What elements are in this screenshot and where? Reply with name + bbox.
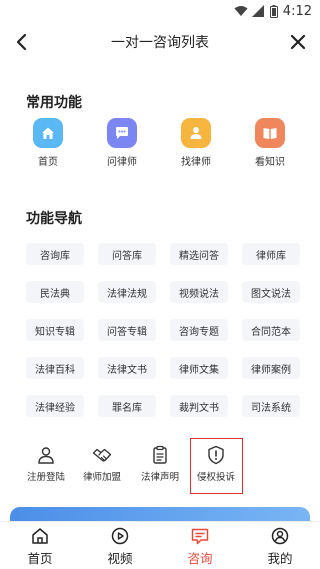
function-nav-title: 功能导航 xyxy=(26,211,82,227)
page-title: 一对一咨询列表 xyxy=(111,35,209,51)
tab-mine[interactable]: 我的 xyxy=(250,526,310,567)
common-item-knowledge[interactable]: 看知识 xyxy=(238,118,302,168)
common-item-label: 找律师 xyxy=(181,157,211,168)
nav-item[interactable]: 视频说法 xyxy=(170,281,228,303)
tab-label: 咨询 xyxy=(187,551,213,566)
tab-label: 视频 xyxy=(107,551,133,566)
home-icon xyxy=(33,118,63,148)
common-functions-title: 常用功能 xyxy=(26,95,82,111)
title-bar: 一对一咨询列表 xyxy=(0,24,320,60)
tab-video[interactable]: 视频 xyxy=(90,526,150,567)
nav-item[interactable]: 司法系统 xyxy=(242,395,300,417)
register-login-link[interactable]: 注册登陆 xyxy=(16,445,76,483)
common-item-find-lawyer[interactable]: 找律师 xyxy=(164,118,228,168)
common-item-label: 问律师 xyxy=(107,157,137,168)
nav-item[interactable]: 律师文集 xyxy=(170,357,228,379)
common-item-label: 首页 xyxy=(38,157,58,168)
nav-item[interactable]: 咨询库 xyxy=(26,243,84,265)
home-outline-icon xyxy=(32,528,48,544)
tab-label: 我的 xyxy=(267,551,293,566)
status-bar: 4:12 xyxy=(0,0,320,24)
nav-item[interactable]: 精选问答 xyxy=(170,243,228,265)
chat-icon xyxy=(107,118,137,148)
status-time: 4:12 xyxy=(282,4,312,19)
video-icon xyxy=(111,527,129,545)
user-icon xyxy=(38,447,54,464)
legal-statement-link[interactable]: 法律声明 xyxy=(130,445,190,483)
consult-icon xyxy=(191,528,209,545)
nav-item[interactable]: 合同范本 xyxy=(242,319,300,341)
nav-item[interactable]: 罪名库 xyxy=(98,395,156,417)
clipboard-icon xyxy=(153,445,167,464)
lawyer-icon xyxy=(181,118,211,148)
lawyer-join-link[interactable]: 律师加盟 xyxy=(72,445,132,483)
nav-item[interactable]: 法律百科 xyxy=(26,357,84,379)
bottom-link-label: 法律声明 xyxy=(140,472,179,483)
bottom-link-label: 注册登陆 xyxy=(26,472,65,483)
nav-item[interactable]: 法律法规 xyxy=(98,281,156,303)
battery-icon xyxy=(270,5,278,18)
nav-item[interactable]: 问答专辑 xyxy=(98,319,156,341)
bottom-links: 注册登陆 律师加盟 法律声明 侵权投诉 xyxy=(0,445,320,493)
nav-item[interactable]: 法律经验 xyxy=(26,395,84,417)
book-icon xyxy=(255,118,285,148)
common-item-ask-lawyer[interactable]: 问律师 xyxy=(90,118,154,168)
tab-home[interactable]: 首页 xyxy=(10,526,70,567)
highlight-box xyxy=(190,438,243,494)
nav-item[interactable]: 裁判文书 xyxy=(170,395,228,417)
wifi-icon xyxy=(234,6,248,16)
close-icon[interactable] xyxy=(288,32,308,52)
nav-item[interactable]: 咨询专题 xyxy=(170,319,228,341)
nav-item[interactable]: 法律文书 xyxy=(98,357,156,379)
nav-item[interactable]: 问答库 xyxy=(98,243,156,265)
common-item-label: 看知识 xyxy=(255,157,285,168)
nav-item[interactable]: 律师库 xyxy=(242,243,300,265)
common-item-home[interactable]: 首页 xyxy=(16,118,80,168)
nav-item[interactable]: 知识专辑 xyxy=(26,319,84,341)
signal-icon xyxy=(252,5,264,17)
nav-item[interactable]: 民法典 xyxy=(26,281,84,303)
tab-consult[interactable]: 咨询 xyxy=(170,526,230,567)
bottom-link-label: 律师加盟 xyxy=(82,472,121,483)
nav-item[interactable]: 律师案例 xyxy=(242,357,300,379)
nav-item[interactable]: 图文说法 xyxy=(242,281,300,303)
tab-bar: 首页 视频 咨询 我的 xyxy=(0,521,320,569)
handshake-icon xyxy=(92,448,112,462)
common-functions: 首页 问律师 找律师 看知识 xyxy=(0,118,320,178)
profile-icon xyxy=(271,527,289,545)
tab-label: 首页 xyxy=(27,551,53,566)
